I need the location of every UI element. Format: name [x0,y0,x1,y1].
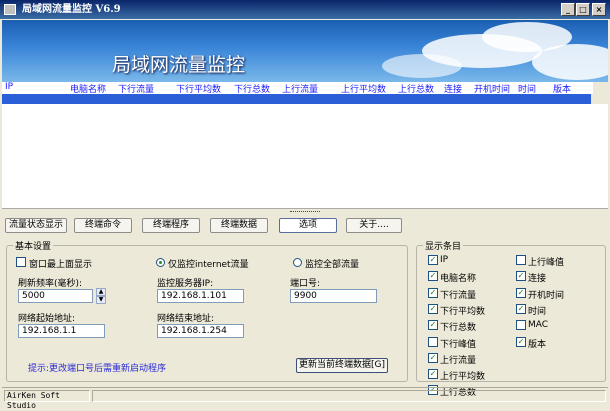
display-item-label: 下行总数 [440,323,477,333]
topmost-label: 窗口最上面显示 [29,260,93,270]
update-terminal-data-button[interactable]: 更新当前终端数据[G] [296,358,388,373]
traffic-list[interactable] [2,104,608,209]
refresh-spinner[interactable]: ▲ ▼ [96,288,106,304]
selected-row[interactable] [2,94,591,104]
maximize-button[interactable]: □ [576,3,590,16]
column-header[interactable]: IP [5,82,13,92]
display-item-checkbox[interactable]: ✓ [516,271,526,281]
start-address-input[interactable]: 192.168.1.1 [18,324,105,338]
display-item-checkbox[interactable]: ✓ [516,288,526,298]
basic-settings-legend: 基本设置 [13,239,54,252]
radio-all-label: 监控全部流量 [305,260,360,270]
radio-internet-only[interactable] [156,258,165,267]
radio-internet-label: 仅监控internet流量 [168,260,249,270]
status-bar: AirKen Soft Studio [2,387,608,410]
banner-title: 局域网流量监控 [112,54,246,76]
title-bar: 局域网流量监控 V6.9 _ □ × [0,0,610,19]
close-button[interactable]: × [592,3,606,16]
display-item-label: 开机时间 [528,291,565,301]
display-item-checkbox[interactable] [516,255,526,265]
display-item-label: 上行流量 [440,356,477,366]
display-item-label: 电脑名称 [440,274,477,284]
tab-about[interactable]: 关于.... [346,218,402,233]
display-item-checkbox[interactable]: ✓ [428,304,438,314]
tab-terminal-program[interactable]: 终端程序 [142,218,200,233]
tab-terminal-command[interactable]: 终端命令 [74,218,132,233]
topmost-checkbox[interactable] [16,257,26,267]
display-item-label: 下行平均数 [440,307,486,317]
window-title: 局域网流量监控 V6.9 [22,4,121,15]
display-item-label: IP [440,255,449,265]
restart-hint: 提示:更改端口号后需重新启动程序 [28,364,167,374]
display-item-checkbox[interactable] [428,337,438,347]
display-item-checkbox[interactable]: ✓ [428,320,438,330]
minimize-button[interactable]: _ [561,3,575,16]
spin-down-icon[interactable]: ▼ [96,296,106,304]
display-item-label: 下行流量 [440,291,477,301]
display-item-checkbox[interactable]: ✓ [428,255,438,265]
display-item-label: 上行峰值 [528,258,565,268]
display-item-checkbox[interactable]: ✓ [428,288,438,298]
port-label: 端口号: [290,279,321,289]
radio-all-traffic[interactable] [293,258,302,267]
tab-terminal-data[interactable]: 终端数据 [210,218,268,233]
refresh-label: 刷新频率(毫秒): [18,279,83,289]
tab-traffic-status[interactable]: 流量状态显示 [5,218,67,233]
splitter-handle[interactable] [290,211,320,213]
display-item-checkbox[interactable] [516,320,526,330]
display-item-label: 下行峰值 [440,340,477,350]
app-icon [4,4,16,15]
refresh-input[interactable]: 5000 [18,289,93,303]
tab-options[interactable]: 选项 [279,218,337,233]
display-item-label: 连接 [528,274,547,284]
display-item-label: MAC [528,320,549,330]
display-item-checkbox[interactable]: ✓ [428,271,438,281]
display-item-checkbox[interactable]: ✓ [516,337,526,347]
display-item-checkbox[interactable]: ✓ [428,353,438,363]
spin-up-icon[interactable]: ▲ [96,288,106,296]
status-message [92,390,606,402]
display-item-checkbox[interactable]: ✓ [428,369,438,379]
server-ip-label: 监控服务器IP: [157,279,214,289]
server-ip-input[interactable]: 192.168.1.101 [157,289,244,303]
end-address-input[interactable]: 192.168.1.254 [157,324,244,338]
header-banner: 局域网流量监控 [2,20,608,82]
display-item-checkbox[interactable]: ✓ [516,304,526,314]
port-input[interactable]: 9900 [290,289,377,303]
end-address-label: 网络结束地址: [157,314,215,324]
start-address-label: 网络起始地址: [18,314,76,324]
list-header: IP 电脑名称 下行流量 下行平均数 下行总数 上行流量 上行平均数 上行总数 … [2,82,593,95]
display-item-label: 时间 [528,307,547,317]
display-item-label: 版本 [528,340,547,350]
display-item-label: 上行平均数 [440,372,486,382]
display-items-legend: 显示条目 [423,239,464,252]
status-studio: AirKen Soft Studio [4,390,90,410]
